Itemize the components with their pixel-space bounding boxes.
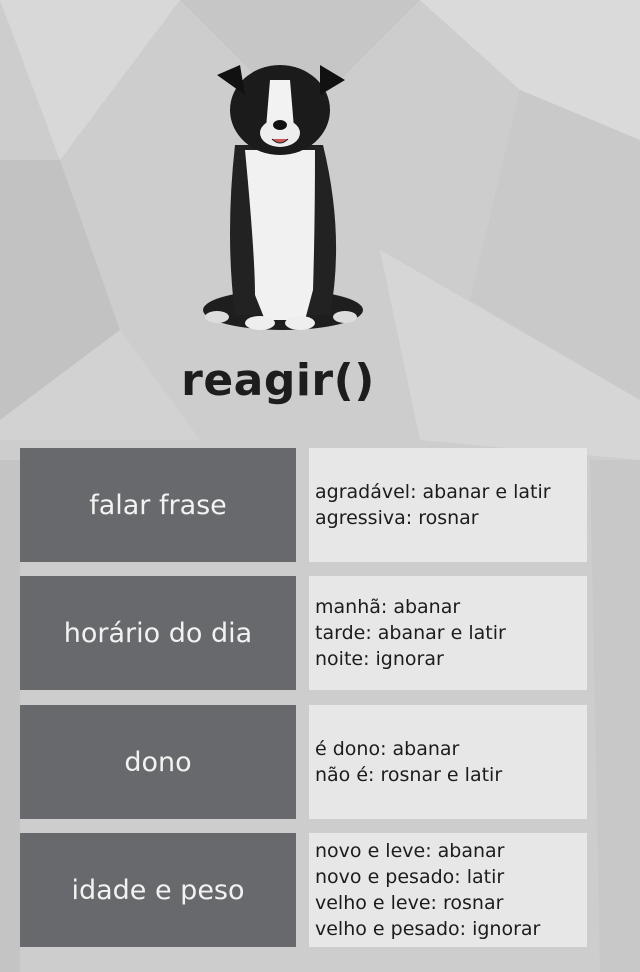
value-line: manhã: abanar bbox=[315, 596, 461, 618]
row-label: idade e peso bbox=[20, 833, 296, 947]
value-line: não é: rosnar e latir bbox=[315, 764, 503, 786]
table-row-horario-do-dia: horário do dia manhã: abanar tarde: aban… bbox=[20, 576, 587, 690]
value-line: novo e pesado: latir bbox=[315, 866, 505, 888]
table-row-idade-e-peso: idade e peso novo e leve: abanar novo e … bbox=[20, 833, 587, 947]
row-label: dono bbox=[20, 705, 296, 819]
row-values: manhã: abanar tarde: abanar e latir noit… bbox=[309, 576, 587, 690]
function-title: reagir() bbox=[181, 355, 375, 406]
row-label: falar frase bbox=[20, 448, 296, 562]
row-label: horário do dia bbox=[20, 576, 296, 690]
value-line: novo e leve: abanar bbox=[315, 840, 505, 862]
value-line: noite: ignorar bbox=[315, 648, 444, 670]
table-row-dono: dono é dono: abanar não é: rosnar e lati… bbox=[20, 705, 587, 819]
row-values: novo e leve: abanar novo e pesado: latir… bbox=[309, 833, 587, 947]
value-line: tarde: abanar e latir bbox=[315, 622, 506, 644]
table-row-falar-frase: falar frase agradável: abanar e latir ag… bbox=[20, 448, 587, 562]
row-values: agradável: abanar e latir agressiva: ros… bbox=[309, 448, 587, 562]
value-line: é dono: abanar bbox=[315, 738, 460, 760]
row-values: é dono: abanar não é: rosnar e latir bbox=[309, 705, 587, 819]
dog-image bbox=[203, 65, 363, 330]
value-line: velho e pesado: ignorar bbox=[315, 918, 541, 940]
value-line: agressiva: rosnar bbox=[315, 507, 479, 529]
value-line: velho e leve: rosnar bbox=[315, 892, 504, 914]
value-line: agradável: abanar e latir bbox=[315, 481, 551, 503]
